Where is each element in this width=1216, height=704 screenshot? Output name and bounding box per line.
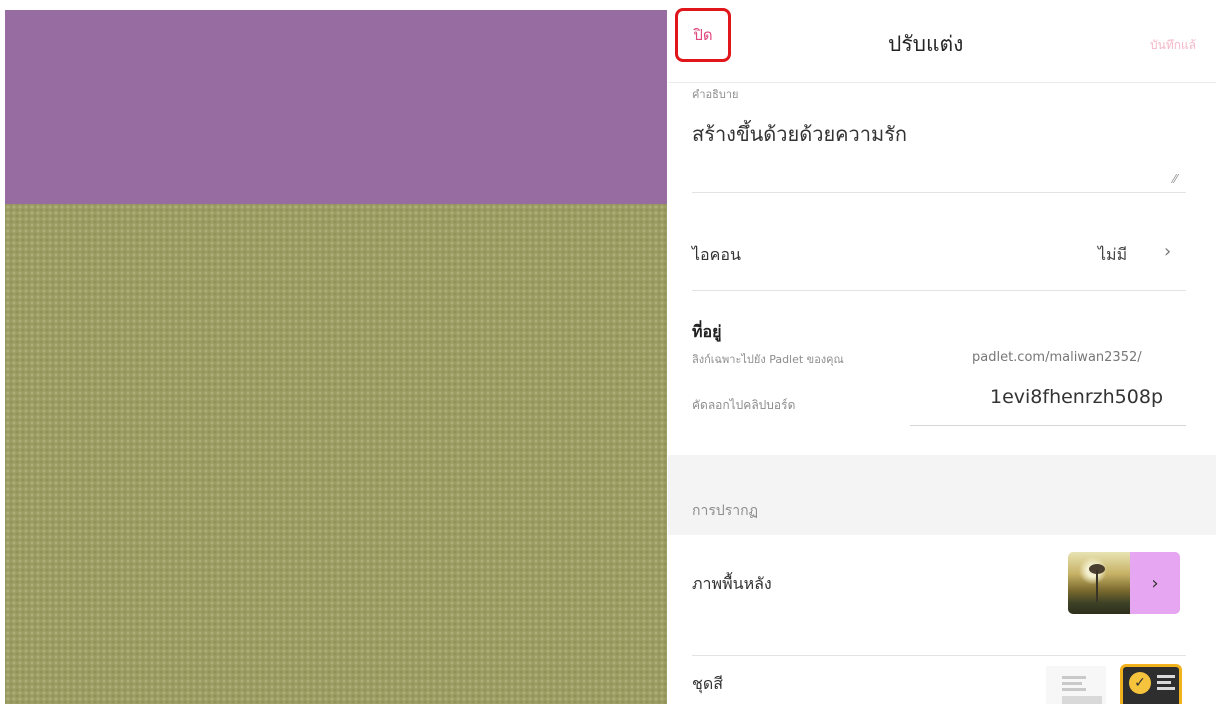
- padlet-preview: [0, 0, 668, 704]
- chevron-right-icon: ›: [1151, 572, 1159, 594]
- customize-panel: ปิด ปรับแต่ง บันทึกแล้ คำอธิบาย สร้างขึ้…: [668, 0, 1216, 704]
- appearance-section-label: การปรากฏ: [692, 503, 759, 519]
- background-row-label: ภาพพื้นหลัง: [692, 574, 772, 593]
- copy-to-clipboard-link[interactable]: คัดลอกไปคลิปบอร์ด: [692, 396, 795, 415]
- theme-line-shape: [1062, 688, 1086, 691]
- panel-title: ปรับแต่ง: [888, 32, 964, 56]
- description-field[interactable]: สร้างขึ้นด้วยด้วยความรัก: [692, 118, 907, 150]
- dark-theme-option-selected[interactable]: ✓: [1120, 664, 1182, 704]
- panel-topbar: ปิด ปรับแต่ง บันทึกแล้: [668, 0, 1216, 83]
- close-button[interactable]: ปิด: [675, 8, 731, 62]
- theme-line-shape: [1157, 687, 1175, 690]
- address-title: ที่อยู่: [692, 322, 722, 341]
- background-open-button[interactable]: ›: [1130, 552, 1180, 614]
- icon-row-value: ไม่มี: [1098, 245, 1128, 264]
- description-divider: [692, 192, 1186, 193]
- theme-line-shape: [1157, 675, 1175, 678]
- icon-divider: [692, 290, 1186, 291]
- resize-handle-icon[interactable]: ⁄⁄: [1173, 172, 1177, 186]
- appearance-section-header: [668, 455, 1216, 535]
- theme-footer-shape: [1062, 696, 1102, 704]
- description-label: คำอธิบาย: [692, 88, 739, 101]
- address-subtitle: ลิงก์เฉพาะไปยัง Padlet ของคุณ: [692, 353, 844, 366]
- preview-header-banner: [5, 10, 667, 204]
- windmill-pole-shape: [1096, 570, 1098, 602]
- background-divider: [692, 655, 1186, 656]
- chevron-right-icon: ›: [1164, 241, 1172, 262]
- checkmark-icon: ✓: [1129, 672, 1151, 694]
- saved-status-button[interactable]: บันทึกแล้: [1150, 36, 1196, 55]
- preview-wallpaper: [5, 204, 667, 704]
- color-scheme-label: ชุดสี: [692, 674, 724, 693]
- light-theme-option[interactable]: [1046, 666, 1106, 704]
- icon-row-label: ไอคอน: [692, 245, 741, 264]
- address-slug-underline: [910, 425, 1186, 426]
- theme-line-shape: [1157, 681, 1171, 684]
- background-photo-preview: [1068, 552, 1130, 614]
- theme-line-shape: [1062, 682, 1082, 685]
- background-thumbnail[interactable]: ›: [1068, 552, 1180, 614]
- address-url-prefix: padlet.com/maliwan2352/: [972, 350, 1142, 365]
- theme-line-shape: [1062, 676, 1086, 679]
- address-slug-input[interactable]: 1evi8fhenrzh508p: [990, 386, 1163, 408]
